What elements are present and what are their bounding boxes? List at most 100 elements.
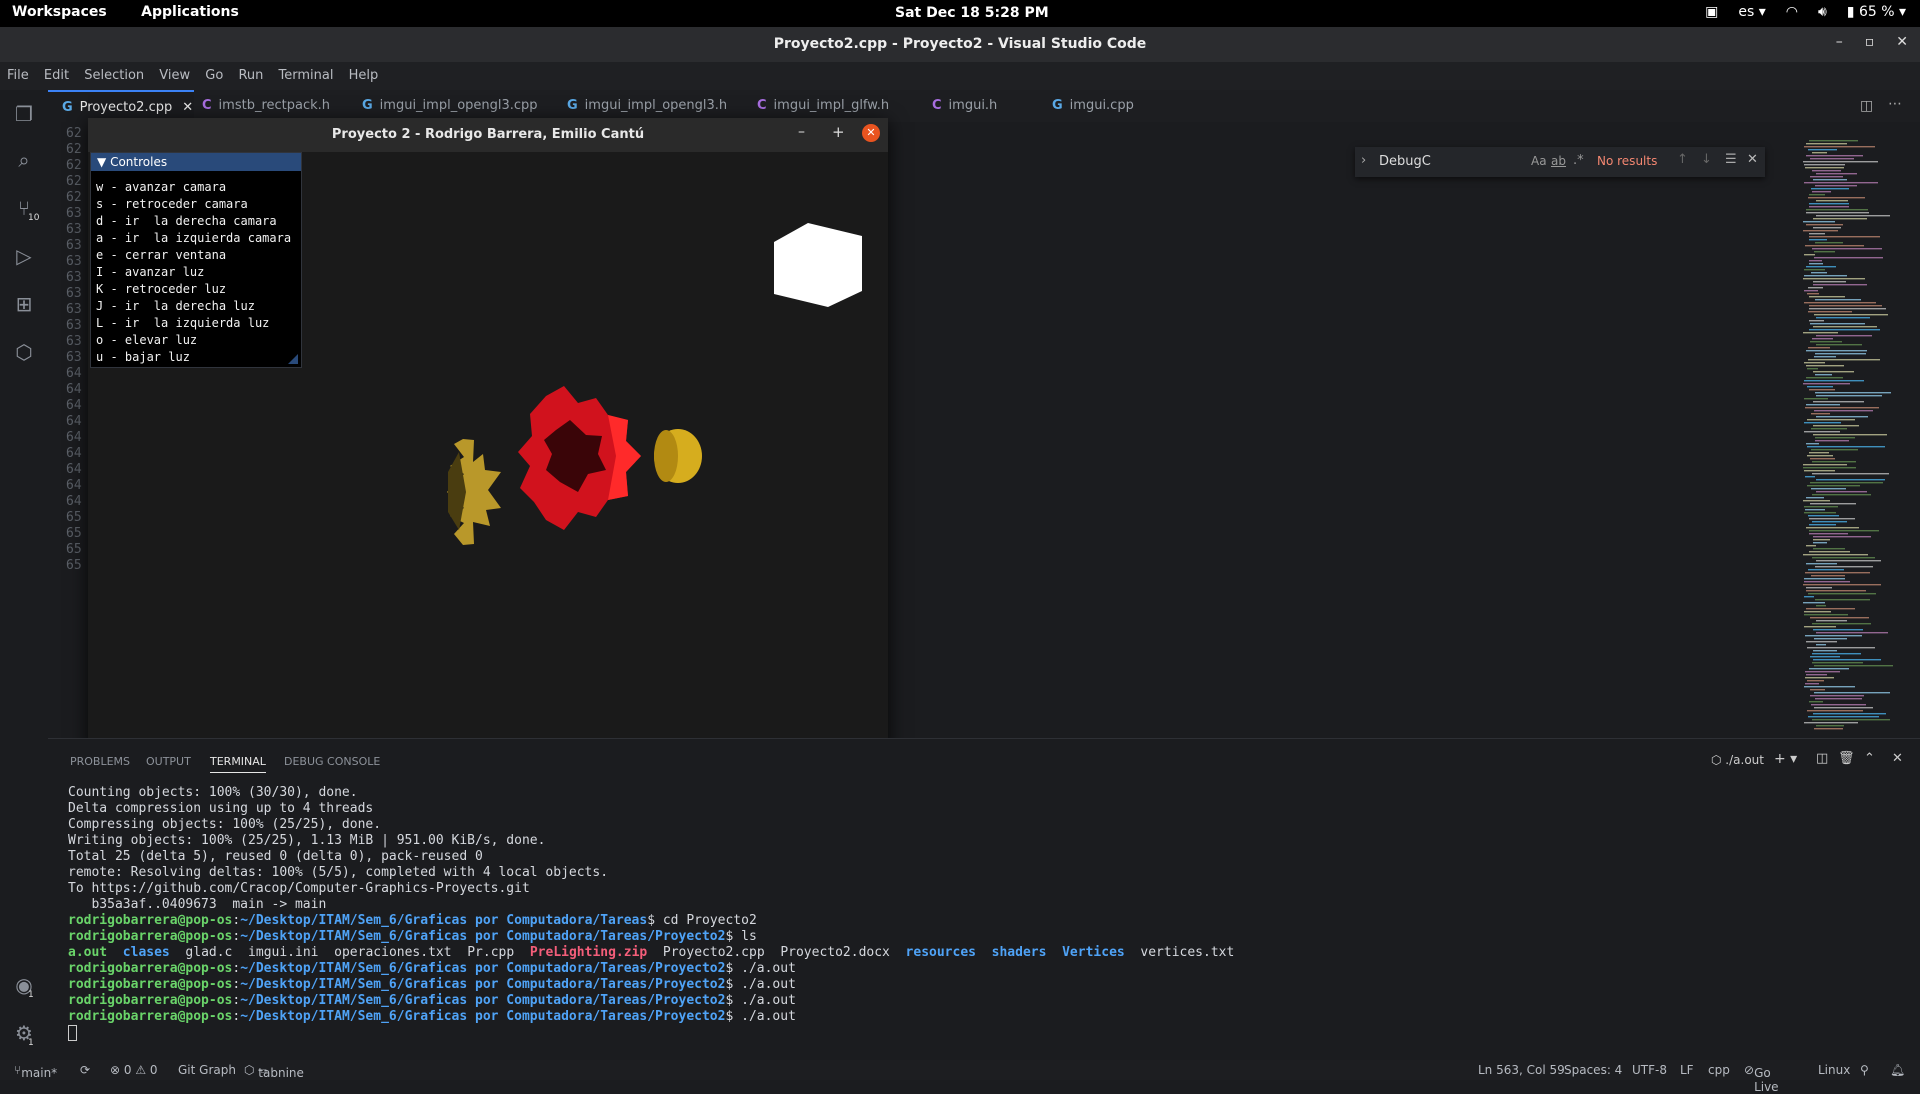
run-debug-icon[interactable]: ▷ xyxy=(12,244,36,268)
screen-icon[interactable]: ▣ xyxy=(1705,4,1718,20)
imgui-header[interactable]: ▼ Controles xyxy=(91,153,301,171)
line-number: 64 xyxy=(66,382,82,397)
more-actions-icon[interactable]: ⋯ xyxy=(1888,96,1902,112)
menu-view[interactable]: View xyxy=(159,68,190,83)
minimap-code-line xyxy=(1810,341,1842,343)
maximize-button[interactable]: ▫ xyxy=(1865,34,1875,50)
end-of-line[interactable]: LF xyxy=(1680,1063,1694,1077)
volume-icon[interactable]: 🔊︎ xyxy=(1818,4,1827,20)
terminal-line: b35a3af..0409673 main -> main xyxy=(68,897,327,912)
minimap-code-line xyxy=(1808,515,1839,517)
search-icon[interactable]: ⌕ xyxy=(12,148,36,172)
workspaces-button[interactable]: Workspaces xyxy=(12,4,107,20)
toggle-replace-icon[interactable]: › xyxy=(1361,153,1366,168)
close-panel-icon[interactable]: ✕ xyxy=(1892,751,1903,766)
minimap-code-line xyxy=(1804,422,1841,424)
terminal-selector[interactable]: ⬡ ./a.out xyxy=(1711,753,1764,767)
gl-minimize-button[interactable]: – xyxy=(798,124,805,140)
minimap-code-line xyxy=(1807,485,1860,487)
line-number: 62 xyxy=(66,190,82,205)
battery-indicator[interactable]: ▮ 65 % ▾ xyxy=(1847,4,1906,20)
go-live-button[interactable]: ⊘ Go Live xyxy=(1744,1063,1779,1094)
remote-explorer-icon[interactable]: ⬡ xyxy=(12,340,36,364)
kill-terminal-icon[interactable]: 🗑︎ xyxy=(1838,751,1855,766)
split-editor-icon[interactable]: ◫ xyxy=(1860,98,1873,114)
split-terminal-icon[interactable]: ◫ xyxy=(1816,751,1828,766)
indentation[interactable]: Spaces: 4 xyxy=(1564,1063,1622,1077)
accounts-icon[interactable]: ◉ 1 xyxy=(12,973,36,1000)
minimap-code-line xyxy=(1804,398,1828,400)
clock[interactable]: Sat Dec 18 5:28 PM xyxy=(895,5,1049,21)
resize-grip-icon[interactable] xyxy=(288,354,298,364)
minimap-code-line xyxy=(1806,443,1819,445)
language-indicator[interactable]: es ▾ xyxy=(1738,4,1765,20)
tab-terminal[interactable]: TERMINAL xyxy=(210,755,266,773)
wifi-icon[interactable]: ◠ xyxy=(1786,4,1798,20)
minimap-code-line xyxy=(1809,533,1848,535)
language-mode[interactable]: cpp xyxy=(1708,1063,1730,1077)
menu-file[interactable]: File xyxy=(7,68,29,83)
applications-button[interactable]: Applications xyxy=(141,4,239,20)
settings-gear-icon[interactable]: ⚙ 1 xyxy=(12,1021,36,1048)
next-match-icon[interactable]: ↓ xyxy=(1701,152,1712,167)
tab-problems[interactable]: PROBLEMS xyxy=(70,755,130,768)
git-graph-button[interactable]: Git Graph xyxy=(178,1063,236,1077)
menu-help[interactable]: Help xyxy=(349,68,379,83)
minimap-code-line xyxy=(1813,542,1827,544)
maximize-panel-icon[interactable]: ⌃ xyxy=(1864,751,1875,766)
source-control-icon[interactable]: ⑂ 10 xyxy=(12,196,39,223)
tab-output[interactable]: OUTPUT xyxy=(146,755,191,768)
minimap-code-line xyxy=(1816,644,1826,646)
close-button[interactable]: ✕ xyxy=(1896,34,1908,50)
minimap-code-line xyxy=(1808,593,1876,595)
control-hint: w - avanzar camara xyxy=(96,180,227,194)
minimap-code-line xyxy=(1809,701,1823,703)
close-find-icon[interactable]: ✕ xyxy=(1747,152,1758,167)
minimap-code-line xyxy=(1805,635,1862,637)
find-in-selection-icon[interactable]: ☰ xyxy=(1725,152,1737,167)
minimap-code-line xyxy=(1805,683,1819,685)
minimap-code-line xyxy=(1809,452,1829,454)
minimap-code-line xyxy=(1812,719,1890,721)
regex-option-icon[interactable]: .* xyxy=(1573,153,1584,168)
menu-edit[interactable]: Edit xyxy=(44,68,69,83)
ls-entry: shaders xyxy=(991,945,1047,960)
new-terminal-icon[interactable]: + ▾ xyxy=(1774,751,1797,767)
gl-maximize-button[interactable]: + xyxy=(832,123,845,141)
tab-debug-console[interactable]: DEBUG CONSOLE xyxy=(284,755,380,768)
encoding[interactable]: UTF-8 xyxy=(1632,1063,1667,1077)
control-hint: o - elevar luz xyxy=(96,333,198,347)
status-bar: ⑂ main* ⟳ ⊗ 0 ⚠ 0 Git Graph ⬡ tabnine 👈︎… xyxy=(0,1060,1920,1094)
minimize-button[interactable]: – xyxy=(1836,34,1843,50)
find-input[interactable]: DebugC xyxy=(1379,154,1431,169)
c-header-icon: C xyxy=(202,98,212,113)
cursor-position[interactable]: Ln 563, Col 59 xyxy=(1478,1063,1565,1077)
sync-icon[interactable]: ⟳ xyxy=(80,1063,90,1077)
minimap[interactable] xyxy=(1795,140,1910,740)
whole-word-option[interactable]: ab xyxy=(1551,154,1566,168)
problems-indicator[interactable]: ⊗ 0 ⚠ 0 xyxy=(110,1063,158,1077)
menu-run[interactable]: Run xyxy=(238,68,263,83)
ls-entry: glad.c xyxy=(185,945,233,960)
cpp-file-icon: G xyxy=(62,100,73,115)
feedback-icon[interactable]: ⚲ xyxy=(1860,1063,1869,1077)
tab-imgui-h[interactable]: Cimgui.h xyxy=(918,90,1032,122)
imgui-controls-panel[interactable]: ▼ Controles w - avanzar camara s - retroc… xyxy=(90,152,302,368)
minimap-code-line xyxy=(1807,419,1855,421)
gl-close-button[interactable]: ✕ xyxy=(862,124,880,142)
opengl-window[interactable]: Proyecto 2 - Rodrigo Barrera, Emilio Can… xyxy=(88,118,888,753)
menu-terminal[interactable]: Terminal xyxy=(279,68,334,83)
os-indicator[interactable]: Linux xyxy=(1818,1063,1850,1077)
tabnine-indicator[interactable]: ⬡ tabnine 👈︎ xyxy=(244,1063,304,1080)
menu-go[interactable]: Go xyxy=(205,68,223,83)
previous-match-icon[interactable]: ↑ xyxy=(1677,152,1688,167)
explorer-icon[interactable]: ❐ xyxy=(12,102,36,126)
tab-imgui-cpp[interactable]: Gimgui.cpp xyxy=(1038,90,1162,122)
notifications-icon[interactable]: 🔔︎ xyxy=(1890,1063,1905,1077)
opengl-window-titlebar[interactable]: Proyecto 2 - Rodrigo Barrera, Emilio Can… xyxy=(88,118,888,152)
extensions-icon[interactable]: ⊞ xyxy=(12,292,36,316)
match-case-option[interactable]: Aa xyxy=(1531,154,1547,168)
menu-selection[interactable]: Selection xyxy=(84,68,144,83)
collapse-triangle-icon[interactable]: ▼ xyxy=(97,155,106,169)
branch-indicator[interactable]: ⑂ main* xyxy=(14,1063,57,1080)
